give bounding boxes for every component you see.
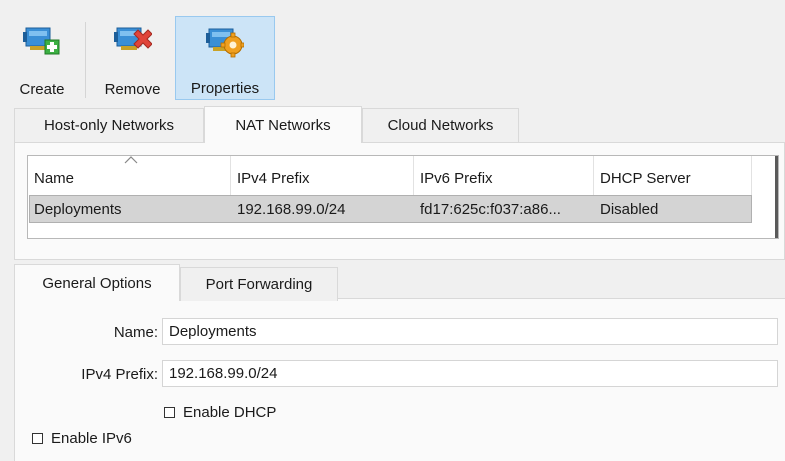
enable-ipv6-label: Enable IPv6 [51, 430, 132, 447]
tab-label: NAT Networks [235, 116, 331, 134]
column-header-dhcp-server[interactable]: DHCP Server [594, 156, 752, 195]
column-header-label: Name [34, 170, 75, 187]
enable-ipv6-checkbox[interactable]: Enable IPv6 [32, 430, 132, 447]
network-card-properties-icon [206, 21, 245, 59]
column-header-label: DHCP Server [600, 170, 691, 187]
checkbox-box[interactable] [32, 433, 43, 444]
column-header-ipv6-prefix[interactable]: IPv6 Prefix [414, 156, 594, 195]
tab-label: General Options [42, 274, 152, 292]
remove-button[interactable]: Remove [95, 16, 170, 100]
tab-cloud-networks[interactable]: Cloud Networks [362, 108, 519, 142]
network-card-add-icon [23, 20, 61, 58]
tab-label: Host-only Networks [43, 117, 175, 134]
tab-label: Cloud Networks [387, 117, 494, 134]
checkbox-box[interactable] [164, 407, 175, 418]
ipv4-prefix-field[interactable] [162, 360, 778, 387]
network-card-remove-icon [113, 20, 153, 58]
create-button[interactable]: Create [12, 16, 72, 100]
cell-ipv4-prefix: 192.168.99.0/24 [237, 200, 346, 218]
ipv4-prefix-label: IPv4 Prefix: [81, 366, 158, 383]
tab-host-only-networks[interactable]: Host-only Networks [14, 108, 204, 142]
tab-nat-networks[interactable]: NAT Networks [204, 106, 362, 143]
column-header-label: IPv4 Prefix [237, 170, 310, 187]
tab-label: Port Forwarding [205, 276, 313, 293]
name-field[interactable] [162, 318, 778, 345]
toolbar-separator [85, 22, 86, 98]
enable-dhcp-checkbox[interactable]: Enable DHCP [164, 404, 276, 421]
create-label: Create [19, 81, 65, 98]
networks-table[interactable]: Name IPv4 Prefix IPv6 Prefix DHCP Server… [27, 155, 779, 239]
tab-port-forwarding[interactable]: Port Forwarding [180, 267, 338, 301]
column-header-name[interactable]: Name [28, 156, 231, 195]
properties-button[interactable]: Properties [175, 16, 275, 100]
enable-dhcp-label: Enable DHCP [183, 404, 277, 421]
table-border [775, 156, 778, 238]
cell-ipv6-prefix: fd17:625c:f037:a86... [420, 200, 561, 218]
tab-general-options[interactable]: General Options [14, 264, 180, 301]
properties-label: Properties [190, 80, 260, 97]
column-header-label: IPv6 Prefix [420, 170, 493, 187]
name-label: Name: [113, 324, 158, 341]
column-header-ipv4-prefix[interactable]: IPv4 Prefix [231, 156, 414, 195]
cell-name: Deployments [34, 200, 122, 218]
cell-dhcp-server: Disabled [600, 200, 659, 218]
remove-label: Remove [104, 81, 161, 98]
